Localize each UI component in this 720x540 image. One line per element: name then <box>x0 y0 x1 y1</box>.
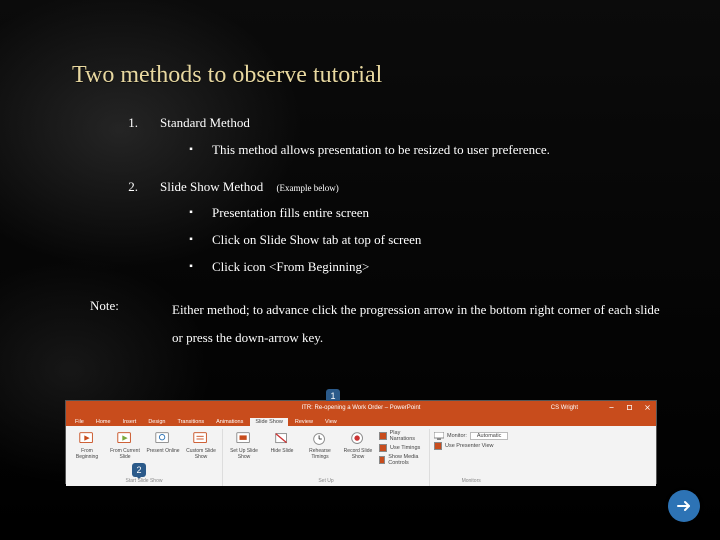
list-label-text: Slide Show Method <box>160 179 263 194</box>
bullet-marker: ▪ <box>188 140 194 161</box>
inline-note: (Example below) <box>277 183 339 193</box>
tab-file[interactable]: File <box>70 418 89 426</box>
from-beginning-label: From Beginning <box>70 449 104 460</box>
group-label-start: Start Slide Show <box>126 477 163 486</box>
window-titlebar: ITR: Re-opening a Work Order – PowerPoin… <box>66 401 656 414</box>
ribbon-group-monitors: Monitor: Automatic Use Presenter View Mo… <box>430 429 512 486</box>
tab-home[interactable]: Home <box>91 418 116 426</box>
sub-text: Presentation fills entire screen <box>212 203 369 224</box>
ribbon-group-setup: Set Up Slide Show Hide Slide Rehearse Ti… <box>223 429 430 486</box>
tab-animations[interactable]: Animations <box>211 418 248 426</box>
next-slide-button[interactable] <box>668 490 700 522</box>
list-number: 1. <box>120 113 138 134</box>
ribbon-group-start: From Beginning From Current Slide Presen… <box>66 429 223 486</box>
minimize-button[interactable] <box>602 401 620 414</box>
arrow-right-icon <box>676 498 692 514</box>
tab-design[interactable]: Design <box>143 418 170 426</box>
close-button[interactable] <box>638 401 656 414</box>
note-text: Either method; to advance click the prog… <box>172 296 660 353</box>
list-number: 2. <box>120 177 138 198</box>
rehearse-button[interactable]: Rehearse Timings <box>303 429 337 467</box>
custom-slideshow-button[interactable]: Custom Slide Show <box>184 429 218 460</box>
rehearse-label: Rehearse Timings <box>303 449 337 460</box>
ribbon-tabs: File Home Insert Design Transitions Anim… <box>66 414 656 426</box>
tab-view[interactable]: View <box>320 418 342 426</box>
play-narrations-checkbox[interactable]: Play Narrations <box>379 429 425 443</box>
opt-label: Show Media Controls <box>388 454 425 466</box>
hide-slide-label: Hide Slide <box>271 449 294 455</box>
setup-options: Play Narrations Use Timings Show Media C… <box>379 429 425 467</box>
sub-item: ▪ Click on Slide Show tab at top of scre… <box>188 230 660 251</box>
sub-text: Click icon <From Beginning> <box>212 257 369 278</box>
tab-transitions[interactable]: Transitions <box>172 418 209 426</box>
sub-item: ▪ This method allows presentation to be … <box>188 140 660 161</box>
window-title: ITR: Re-opening a Work Order – PowerPoin… <box>302 405 421 411</box>
powerpoint-screenshot: 1 2 ITR: Re-opening a Work Order – Power… <box>65 400 657 484</box>
group-label-setup: Set Up <box>318 477 333 486</box>
opt-label: Play Narrations <box>390 430 425 442</box>
group-label-monitors: Monitors <box>462 477 481 486</box>
ribbon: From Beginning From Current Slide Presen… <box>66 426 656 486</box>
setup-label: Set Up Slide Show <box>227 449 261 460</box>
monitor-row[interactable]: Monitor: Automatic <box>434 431 508 441</box>
maximize-button[interactable] <box>620 401 638 414</box>
checkbox-icon <box>379 444 387 452</box>
bullet-marker: ▪ <box>188 230 194 251</box>
from-current-label: From Current Slide <box>108 449 142 460</box>
record-label: Record Slide Show <box>341 449 375 460</box>
tab-insert[interactable]: Insert <box>118 418 142 426</box>
sub-text: Click on Slide Show tab at top of screen <box>212 230 421 251</box>
setup-slideshow-button[interactable]: Set Up Slide Show <box>227 429 261 467</box>
record-button[interactable]: Record Slide Show <box>341 429 375 467</box>
checkbox-icon <box>434 442 442 450</box>
note-row: Note: Either method; to advance click th… <box>90 296 660 353</box>
list-label: Standard Method <box>160 113 250 134</box>
checkbox-icon <box>379 456 385 464</box>
monitor-icon <box>434 432 444 440</box>
sub-text: This method allows presentation to be re… <box>212 140 550 161</box>
from-beginning-button[interactable]: From Beginning <box>70 429 104 460</box>
bullet-marker: ▪ <box>188 203 194 224</box>
list-item-2: 2. Slide Show Method (Example below) <box>120 177 660 198</box>
use-timings-checkbox[interactable]: Use Timings <box>379 443 420 453</box>
sub-item: ▪ Click icon <From Beginning> <box>188 257 660 278</box>
list-label: Slide Show Method (Example below) <box>160 177 339 198</box>
opt-label: Use Timings <box>390 445 420 451</box>
sub-item: ▪ Presentation fills entire screen <box>188 203 660 224</box>
from-current-button[interactable]: From Current Slide <box>108 429 142 460</box>
monitor-value: Automatic <box>470 432 508 440</box>
media-controls-checkbox[interactable]: Show Media Controls <box>379 453 425 467</box>
bullet-marker: ▪ <box>188 257 194 278</box>
slide: Two methods to observe tutorial 1. Stand… <box>0 0 720 540</box>
checkbox-icon <box>379 432 387 440</box>
tab-slideshow[interactable]: Slide Show <box>250 418 288 426</box>
slide-body: 1. Standard Method ▪ This method allows … <box>120 105 660 353</box>
window-user: CS Wright <box>551 405 578 411</box>
present-online-label: Present Online <box>146 449 179 455</box>
monitor-label: Monitor: <box>447 433 467 439</box>
tab-review[interactable]: Review <box>290 418 318 426</box>
presenter-label: Use Presenter View <box>445 443 494 449</box>
present-online-button[interactable]: Present Online <box>146 429 180 460</box>
note-label: Note: <box>90 296 142 353</box>
hide-slide-button[interactable]: Hide Slide <box>265 429 299 467</box>
presenter-view-checkbox[interactable]: Use Presenter View <box>434 441 494 451</box>
window-buttons <box>602 401 656 414</box>
slide-title: Two methods to observe tutorial <box>72 62 382 89</box>
custom-slideshow-label: Custom Slide Show <box>184 449 218 460</box>
list-item-1: 1. Standard Method <box>120 113 660 134</box>
